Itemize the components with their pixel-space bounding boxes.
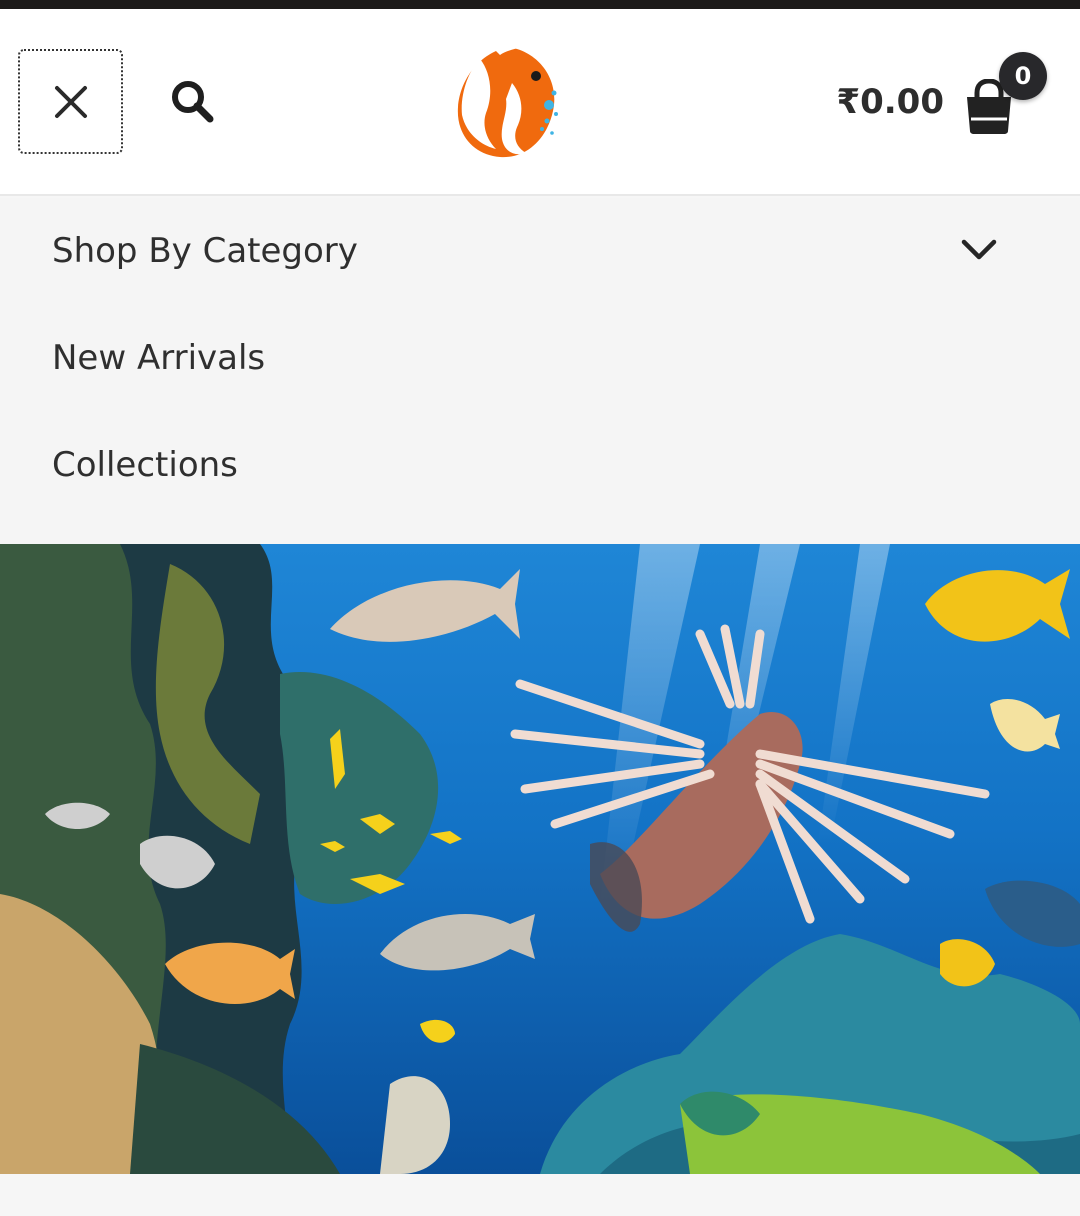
search-button[interactable]: [168, 77, 218, 127]
search-icon: [172, 81, 214, 123]
clownfish-logo-icon[interactable]: [450, 41, 565, 163]
site-header: ₹0.00 0: [0, 9, 1080, 196]
chevron-down-icon[interactable]: [960, 238, 998, 262]
menu-item-label: Shop By Category: [52, 231, 358, 271]
menu-item-shop-by-category[interactable]: Shop By Category: [0, 198, 1080, 304]
close-icon: [54, 85, 87, 118]
menu-item-label: Collections: [52, 445, 238, 485]
top-strip: [0, 0, 1080, 9]
cart-total[interactable]: ₹0.00: [836, 79, 944, 125]
mobile-menu: Shop By Category New Arrivals Collection…: [0, 198, 1080, 544]
menu-item-collections[interactable]: Collections: [0, 412, 1080, 518]
page-bottom: [0, 1174, 1080, 1216]
close-menu-button[interactable]: [18, 49, 123, 154]
menu-item-label: New Arrivals: [52, 338, 266, 378]
menu-item-new-arrivals[interactable]: New Arrivals: [0, 305, 1080, 411]
cart-count-badge: 0: [999, 52, 1047, 100]
hero-banner-image[interactable]: [0, 544, 1080, 1174]
